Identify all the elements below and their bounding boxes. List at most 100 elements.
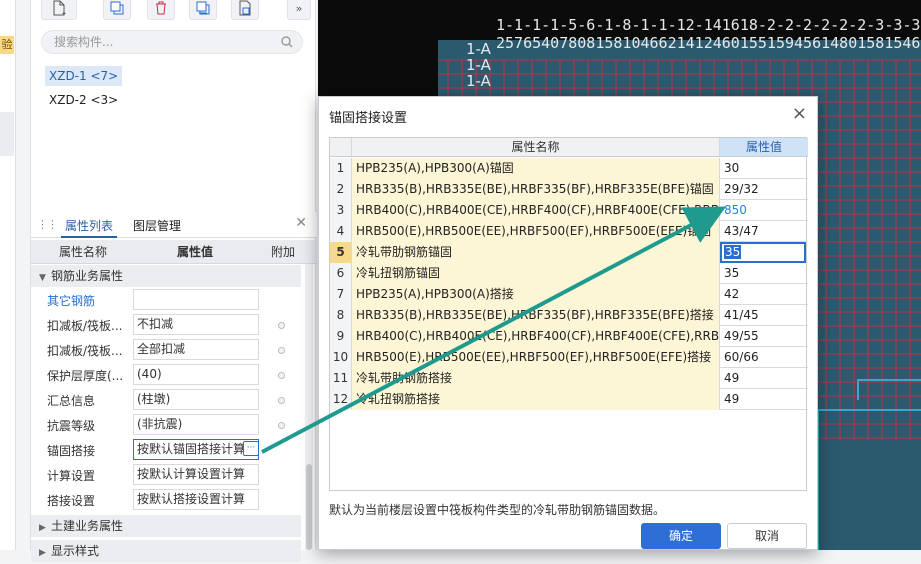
more-button[interactable]: » [287,0,311,20]
col-property-value: 属性值 [720,138,808,157]
table-row[interactable]: 6 冷轧扭钢筋锚固 35 [330,263,808,284]
property-row[interactable]: 扣减板/筏板... 不扣减 [31,313,301,338]
col-property-name: 属性名称 [59,245,108,259]
property-value[interactable]: 不扣减 [133,314,259,335]
property-value[interactable]: (柱墩) [133,389,259,410]
property-value[interactable]: 按默认搭接设置计算 [133,489,259,510]
table-row[interactable]: 11 冷轧带肋钢筋搭接 49 [330,368,808,389]
table-row[interactable]: 7 HPB235(A),HPB300(A)搭接 42 [330,284,808,305]
row-property-value[interactable]: 43/47 [720,221,806,242]
ok-button[interactable]: 确定 [641,523,721,549]
table-row[interactable]: 3 HRB400(C),HRB400E(CE),HRBF400(CF),HRBF4… [330,200,808,221]
component-item-xzd-1[interactable]: XZD-1 <7> [45,66,123,86]
selected-value-text[interactable]: 35 [724,245,742,259]
cancel-button[interactable]: 取消 [727,523,807,549]
drag-handle-icon[interactable]: ⋮⋮ [37,218,58,231]
row-property-name: 冷轧带肋钢筋锚固 [352,242,720,263]
table-row[interactable]: 2 HRB335(B),HRB335E(BE),HRBF335(BF),HRBF3… [330,179,808,200]
delete-button[interactable] [147,0,175,20]
extra-radio[interactable] [278,322,285,329]
caret-right-icon: ▶ [39,523,46,533]
property-tabbar: ⋮⋮ 属性列表 图层管理 ✕ [31,212,317,238]
property-row[interactable]: 其它钢筋 [31,288,301,313]
property-value[interactable]: 全部扣减 [133,339,259,360]
copy-button[interactable] [103,0,131,20]
row-property-value[interactable]: 42 [720,284,806,305]
search-icon[interactable] [280,35,294,49]
ellipsis-button[interactable]: ··· [243,441,259,456]
row-property-value[interactable]: 41/45 [720,305,806,326]
row-number-header [330,138,352,157]
trash-icon [156,1,166,15]
property-value[interactable]: (40) [133,364,259,385]
component-item-xzd-2[interactable]: XZD-2 <3> [45,90,122,110]
row-property-value[interactable]: 49/55 [720,326,806,347]
group-label: 钢筋业务属性 [51,269,124,283]
row-property-value[interactable]: 35 [720,263,806,284]
property-row[interactable]: 保护层厚度(... (40) [31,363,301,388]
close-icon[interactable]: ✕ [295,215,307,231]
close-icon[interactable]: × [792,103,807,124]
row-property-name: HRB400(C),HRB400E(CE),HRBF400(CF),HRBF40… [352,326,720,347]
dialog-title: 锚固搭接设置 [329,111,408,126]
property-value[interactable]: (非抗震) [133,414,259,435]
tab-layer-management[interactable]: 图层管理 [129,216,185,238]
property-name: 搭接设置 [47,494,96,508]
row-number: 10 [330,347,352,368]
row-property-value[interactable]: 49 [720,389,806,410]
tab-property-list[interactable]: 属性列表 [61,216,118,238]
search-box[interactable] [41,30,303,54]
row-number: 8 [330,305,352,326]
property-row[interactable]: 搭接设置 按默认搭接设置计算 [31,488,301,513]
extra-radio[interactable] [278,347,285,354]
group-display-style[interactable]: ▶ 显示样式 [31,540,301,562]
group-rebar-properties[interactable]: ▼ 钢筋业务属性 [31,265,301,287]
row-number: 6 [330,263,352,284]
component-panel: » XZD-1 <7> XZD-2 <3> ⋮⋮ 属性列表 图层管理 ✕ 属性名… [30,0,317,562]
property-name: 扣减板/筏板... [47,344,123,358]
duplicate-layer-button[interactable] [189,0,217,20]
search-input[interactable] [54,31,274,53]
group-civil-properties[interactable]: ▶ 土建业务属性 [31,515,301,537]
property-name: 其它钢筋 [47,294,96,308]
left-strip: 验 [0,0,16,550]
row-property-value[interactable]: 30 [720,158,806,179]
extra-radio[interactable] [278,372,285,379]
settings-table: 属性名称 属性值 1 HPB235(A),HPB300(A)锚固 30 2 HRB335… [329,137,808,491]
table-row[interactable]: 12 冷轧扭钢筋搭接 49 [330,389,808,410]
anchorage-value[interactable]: 按默认锚固搭接计算 [133,439,259,460]
row-property-value[interactable]: 60/66 [720,347,806,368]
left-strip-selection[interactable] [0,112,14,156]
property-value[interactable] [133,289,259,310]
property-row[interactable]: 计算设置 按默认计算设置计算 [31,463,301,488]
extra-radio[interactable] [278,422,285,429]
row-property-value[interactable]: 35 [720,242,806,263]
col-property-value: 属性值 [177,245,214,259]
row-property-name: HRB335(B),HRB335E(BE),HRBF335(BF),HRBF33… [352,179,720,200]
import-file-icon [239,0,251,16]
new-button[interactable] [41,0,77,20]
extra-radio[interactable] [278,397,285,404]
property-value[interactable]: 按默认计算设置计算 [133,464,259,485]
table-row[interactable]: 10 HRB500(E),HRB500E(EE),HRBF500(EF),HRBF… [330,347,808,368]
panel-toolbar: » [39,0,311,22]
property-row[interactable]: 扣减板/筏板... 全部扣减 [31,338,301,363]
property-row[interactable]: 汇总信息 (柱墩) [31,388,301,413]
property-grid-header: 属性名称 属性值 附加 [31,240,317,264]
import-button[interactable] [231,0,259,20]
row-number: 7 [330,284,352,305]
property-name: 抗震等级 [47,419,96,433]
table-row[interactable]: 8 HRB335(B),HRB335E(BE),HRBF335(BF),HRBF3… [330,305,808,326]
panel-scrollbar[interactable] [305,264,313,550]
property-row-anchorage[interactable]: 锚固搭接 按默认锚固搭接计算 ··· [31,438,301,463]
table-row[interactable]: 1 HPB235(A),HPB300(A)锚固 30 [330,158,808,179]
row-property-value[interactable]: 29/32 [720,179,806,200]
row-property-value[interactable]: 850 [720,200,806,221]
table-row[interactable]: 5 冷轧带肋钢筋锚固 35 [330,242,808,263]
row-property-value[interactable]: 49 [720,368,806,389]
scroll-thumb[interactable] [306,464,312,550]
table-row[interactable]: 4 HRB500(E),HRB500E(EE),HRBF500(EF),HRBF5… [330,221,808,242]
table-row[interactable]: 9 HRB400(C),HRB400E(CE),HRBF400(CF),HRBF4… [330,326,808,347]
property-row[interactable]: 抗震等级 (非抗震) [31,413,301,438]
verify-badge[interactable]: 验 [0,36,14,54]
